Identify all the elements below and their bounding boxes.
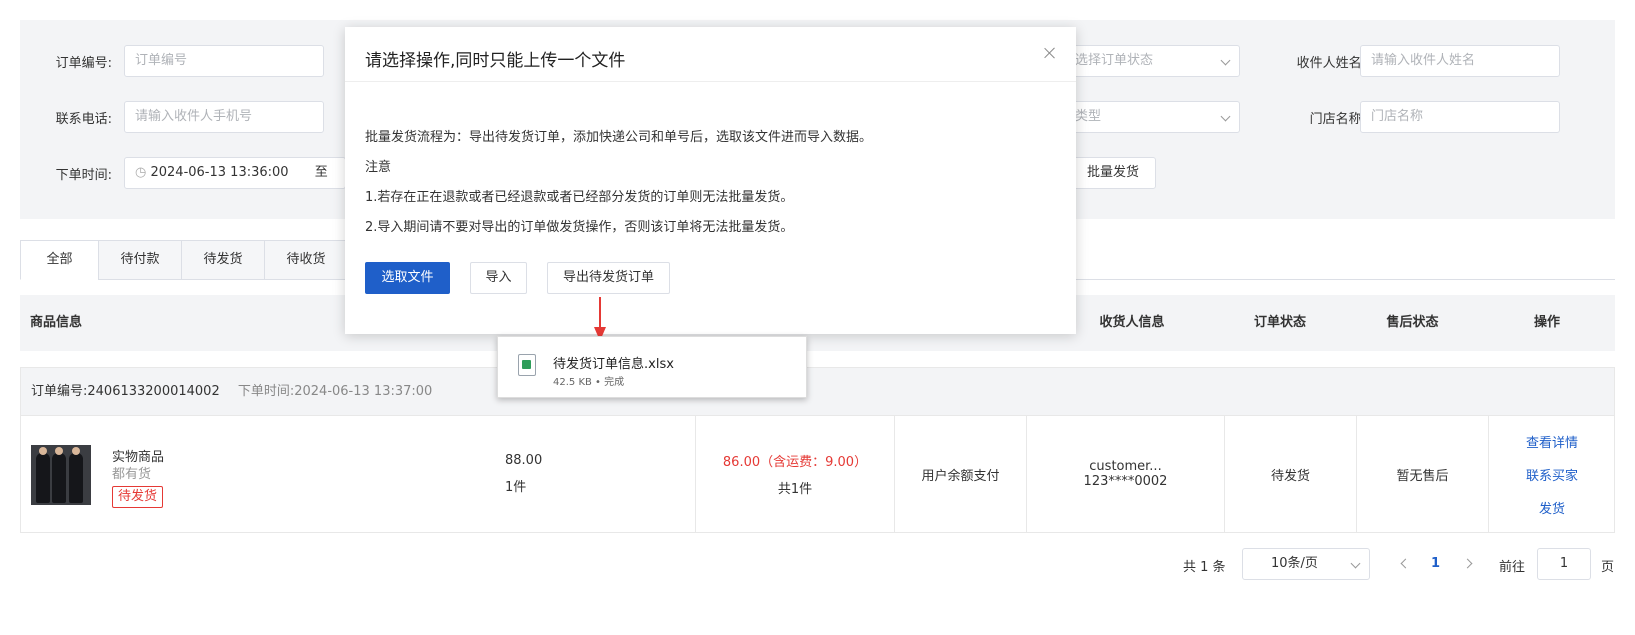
chevron-down-icon (1220, 55, 1231, 66)
store-label: 门店名称: (1309, 112, 1366, 127)
order-no-label: 订单编号: (55, 56, 112, 71)
dialog-note-2: 2.导入期间请不要对导出的订单做发货操作，否则该订单将无法批量发货。 (365, 220, 794, 235)
tab-pending-receipt[interactable]: 待收货 (264, 240, 348, 280)
goto-page-input[interactable]: 1 (1537, 548, 1591, 580)
goto-label: 前往 (1499, 560, 1526, 575)
col-actions: 操作 (1533, 315, 1560, 330)
contact-buyer-link[interactable]: 联系买家 (1526, 465, 1578, 484)
dialog-title: 请选择操作,同时只能上传一个文件 (365, 51, 626, 71)
view-detail-link[interactable]: 查看详情 (1526, 432, 1578, 451)
receiver-label: 收件人姓名: (1296, 56, 1366, 71)
col-after-sale: 售后状态 (1386, 315, 1439, 330)
next-page-icon[interactable] (1462, 558, 1473, 569)
page-suffix: 页 (1601, 560, 1615, 575)
after-sale-value: 暂无售后 (1396, 468, 1449, 484)
import-button[interactable]: 导入 (470, 262, 527, 294)
time-label: 下单时间: (55, 168, 112, 183)
order-status-placeholder: 选择订单状态 (1075, 53, 1154, 68)
excel-file-icon (518, 354, 536, 376)
download-file-meta: 42.5 KB • 完成 (553, 377, 625, 388)
tab-all[interactable]: 全部 (20, 240, 99, 280)
tab-pending-payment[interactable]: 待付款 (98, 240, 182, 280)
current-page[interactable]: 1 (1431, 556, 1440, 571)
order-type-placeholder: 类型 (1075, 109, 1102, 124)
export-pending-button[interactable]: 导出待发货订单 (547, 262, 670, 294)
col-product: 商品信息 (30, 315, 83, 330)
payment-method: 用户余额支付 (921, 468, 1000, 484)
payment-cell: 用户余额支付 (894, 416, 1026, 532)
time-start-value: 2024-06-13 13:36:00 (150, 165, 289, 180)
actions-cell: 查看详情 联系买家 发货 (1488, 416, 1615, 532)
product-status-tag: 待发货 (112, 486, 164, 508)
customer-phone: 123****0002 (1083, 474, 1168, 489)
phone-input[interactable]: 请输入收件人手机号 (124, 101, 324, 133)
ship-link[interactable]: 发货 (1539, 498, 1565, 517)
close-icon[interactable] (1042, 45, 1058, 61)
chevron-down-icon (1220, 111, 1231, 122)
product-image (31, 445, 91, 505)
annotation-arrow-line (599, 297, 601, 328)
order-no-input[interactable]: 订单编号 (124, 45, 324, 77)
time-range-input[interactable]: ◷ 2024-06-13 13:36:00 至 (124, 157, 346, 189)
unit-price: 88.00 (505, 453, 543, 468)
dialog-note-1: 1.若存在正在退款或者已经退款或者已经部分发货的订单则无法批量发货。 (365, 190, 794, 205)
price-cell: 88.00 1件 (445, 416, 695, 532)
tab-pending-shipment[interactable]: 待发货 (181, 240, 265, 280)
dialog-note-title: 注意 (365, 160, 392, 175)
upload-dialog: 请选择操作,同时只能上传一个文件 批量发货流程为：导出待发货订单，添加快递公司和… (345, 27, 1076, 334)
dialog-process-text: 批量发货流程为：导出待发货订单，添加快递公司和单号后，选取该文件进而导入数据。 (365, 130, 873, 145)
receiver-input[interactable]: 请输入收件人姓名 (1360, 45, 1560, 77)
total-amount: 86.00（含运费：9.00） (722, 455, 868, 470)
chevron-down-icon (1350, 558, 1361, 569)
order-number: 订单编号:2406133200014002 (31, 384, 220, 399)
clock-icon: ◷ (135, 165, 151, 180)
store-input[interactable]: 门店名称 (1360, 101, 1560, 133)
page-size-value: 10条/页 (1271, 556, 1318, 571)
customer-name: customer... (1089, 459, 1162, 474)
download-file-name: 待发货订单信息.xlsx (553, 357, 674, 372)
receiver-cell: customer... 123****0002 (1026, 416, 1224, 532)
col-order-status: 订单状态 (1253, 315, 1306, 330)
select-file-button[interactable]: 选取文件 (365, 262, 450, 294)
total-cell: 86.00（含运费：9.00） 共1件 (695, 416, 894, 532)
phone-label: 联系电话: (55, 112, 112, 127)
pagination-total: 共 1 条 (1183, 560, 1226, 575)
order-time: 下单时间:2024-06-13 13:37:00 (237, 384, 433, 399)
order-group-header: 订单编号:2406133200014002 下单时间:2024-06-13 13… (20, 367, 1615, 416)
dialog-divider (345, 81, 1076, 82)
download-item[interactable]: 待发货订单信息.xlsx 42.5 KB • 完成 (497, 336, 807, 398)
time-range-separator: 至 (314, 165, 328, 180)
order-status-value: 待发货 (1270, 468, 1310, 484)
order-type-select[interactable]: 类型 (1070, 101, 1240, 133)
after-sale-cell: 暂无售后 (1356, 416, 1488, 532)
order-status-select[interactable]: 选择订单状态 (1070, 45, 1240, 77)
product-stock: 都有货 (112, 467, 152, 482)
page-size-select[interactable]: 10条/页 (1242, 548, 1370, 580)
total-count: 共1件 (777, 482, 813, 497)
batch-ship-button[interactable]: 批量发货 (1070, 157, 1156, 189)
quantity: 1件 (505, 480, 527, 495)
prev-page-icon[interactable] (1400, 558, 1411, 569)
order-status-cell: 待发货 (1224, 416, 1356, 532)
table-row: 实物商品 都有货 待发货 88.00 1件 86.00（含运费：9.00） 共1… (20, 416, 1615, 533)
